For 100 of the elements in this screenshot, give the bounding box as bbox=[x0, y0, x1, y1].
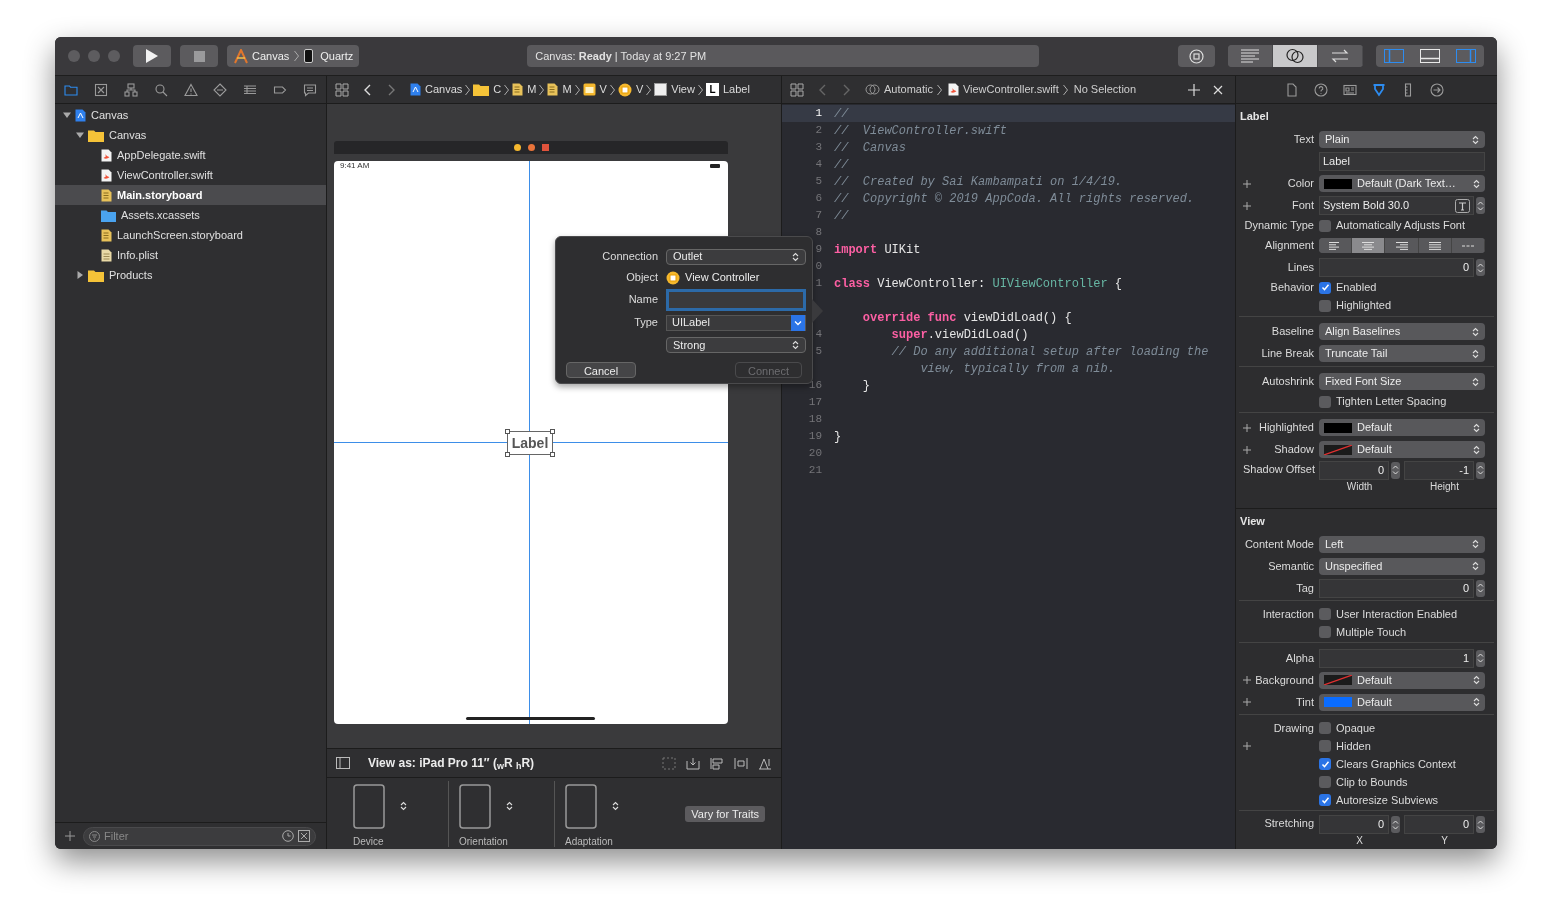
speech-bubble-tab-icon[interactable] bbox=[303, 82, 317, 97]
number-field[interactable]: 0 bbox=[1319, 578, 1474, 598]
device-outline-icon[interactable] bbox=[459, 783, 491, 829]
file-tree-item[interactable]: Canvas bbox=[55, 105, 326, 125]
file-tree-item[interactable]: Products bbox=[55, 265, 326, 285]
scheme-selector[interactable]: Canvas Quartz bbox=[227, 45, 360, 67]
vary-for-traits-button[interactable]: Vary for Traits bbox=[685, 805, 765, 822]
jump-bar-item[interactable]: View bbox=[671, 81, 695, 98]
jump-bar-item[interactable]: Canvas bbox=[425, 81, 463, 98]
stack-icon[interactable] bbox=[710, 756, 724, 770]
library-button[interactable] bbox=[1178, 45, 1215, 67]
crossed-box-tab-icon[interactable] bbox=[93, 82, 108, 97]
view-as-label[interactable]: View as: iPad Pro 11″ ($_{w}$R $_{h}$R) bbox=[368, 754, 535, 772]
file-tree-item[interactable]: AppDelegate.swift bbox=[55, 145, 326, 165]
stepper[interactable] bbox=[1391, 816, 1400, 833]
checkbox[interactable] bbox=[1319, 219, 1331, 232]
list-tab-icon[interactable] bbox=[243, 82, 258, 97]
color-popup-button[interactable]: Default bbox=[1319, 671, 1485, 689]
file-tree-item[interactable]: Main.storyboard bbox=[55, 185, 326, 205]
file-tree-item[interactable]: Info.plist bbox=[55, 245, 326, 265]
id-card-tab-icon[interactable] bbox=[1343, 82, 1357, 97]
clock-icon[interactable] bbox=[282, 830, 294, 842]
alignment-segment[interactable] bbox=[1319, 238, 1353, 253]
type-combo-box[interactable]: UILabel bbox=[666, 314, 806, 331]
checkbox[interactable] bbox=[1319, 740, 1331, 752]
checkbox[interactable] bbox=[1319, 776, 1331, 788]
plus-icon[interactable] bbox=[1243, 201, 1251, 210]
storage-popup-button[interactable]: Strong bbox=[666, 337, 806, 353]
jump-bar-item[interactable]: ViewController.swift bbox=[962, 81, 1059, 98]
embed-icon[interactable] bbox=[686, 756, 700, 770]
diamond-tab-icon[interactable] bbox=[213, 82, 228, 97]
filter-field[interactable]: Filter bbox=[83, 826, 316, 846]
device-outline-icon[interactable] bbox=[565, 783, 597, 829]
font-field[interactable]: System Bold 30.0 bbox=[1319, 196, 1474, 215]
number-field[interactable]: -1 bbox=[1404, 460, 1474, 480]
jump-bar-item[interactable]: C bbox=[493, 81, 502, 98]
filter-input[interactable]: Filter bbox=[104, 827, 278, 845]
stop-button[interactable] bbox=[180, 45, 218, 67]
checkbox[interactable] bbox=[1319, 608, 1331, 620]
checkbox[interactable] bbox=[1319, 299, 1331, 312]
warning-tab-icon[interactable] bbox=[183, 82, 198, 97]
close-icon[interactable] bbox=[1213, 84, 1223, 95]
connection-popup-button[interactable]: Outlet bbox=[666, 248, 806, 265]
color-popup-button[interactable]: Default bbox=[1319, 419, 1485, 436]
device-outline-icon[interactable] bbox=[353, 783, 385, 829]
file-tree-item[interactable]: ViewController.swift bbox=[55, 165, 326, 185]
jump-bar-item[interactable]: Automatic bbox=[884, 81, 933, 98]
file-tree-item[interactable]: Canvas bbox=[55, 125, 326, 145]
plus-icon[interactable] bbox=[1243, 676, 1251, 684]
popup-button[interactable]: Fixed Font Size bbox=[1319, 373, 1485, 390]
stepper[interactable] bbox=[1476, 649, 1485, 667]
stepper[interactable] bbox=[1476, 816, 1485, 833]
jump-bar-item[interactable]: V bbox=[635, 81, 644, 98]
run-button[interactable] bbox=[133, 45, 171, 67]
font-picker-icon[interactable] bbox=[1455, 198, 1470, 213]
dropdown-chevron-icon[interactable] bbox=[791, 314, 805, 331]
folder-tab-icon[interactable] bbox=[64, 82, 78, 97]
checkbox[interactable] bbox=[1319, 626, 1331, 638]
number-field[interactable]: 0 bbox=[1404, 815, 1474, 834]
sidebar-toggle-icon[interactable] bbox=[336, 757, 350, 769]
file-tab-icon[interactable] bbox=[1285, 82, 1299, 97]
stepper[interactable] bbox=[1476, 579, 1485, 597]
color-popup-button[interactable]: Default bbox=[1319, 693, 1485, 711]
jump-bar-item[interactable]: M bbox=[562, 81, 572, 98]
color-popup-button[interactable]: Default (Dark Text… bbox=[1319, 175, 1485, 192]
attributes-tab-icon[interactable] bbox=[1372, 82, 1386, 97]
plus-icon[interactable] bbox=[1243, 742, 1251, 750]
stepper[interactable] bbox=[1476, 259, 1485, 276]
editor-mode-segment[interactable] bbox=[1273, 45, 1318, 67]
popup-button[interactable]: Align Baselines bbox=[1319, 323, 1485, 340]
grid-icon[interactable] bbox=[335, 82, 349, 97]
number-field[interactable]: 1 bbox=[1319, 648, 1474, 668]
plus-icon[interactable] bbox=[1243, 698, 1251, 706]
hierarchy-tab-icon[interactable] bbox=[123, 82, 138, 97]
jump-bar-item[interactable]: No Selection bbox=[1073, 81, 1137, 98]
checkbox[interactable] bbox=[1319, 722, 1331, 734]
search-tab-icon[interactable] bbox=[153, 82, 168, 97]
jump-bar-item[interactable]: V bbox=[599, 81, 607, 98]
number-field[interactable]: 0 bbox=[1319, 258, 1474, 277]
checkbox[interactable] bbox=[1319, 758, 1331, 770]
disclosure-triangle-icon[interactable] bbox=[63, 111, 71, 119]
checkbox[interactable] bbox=[1319, 395, 1331, 408]
plus-icon[interactable] bbox=[1243, 445, 1251, 454]
number-field[interactable]: 0 bbox=[1319, 460, 1389, 480]
alignment-segment[interactable] bbox=[1352, 238, 1386, 253]
name-field[interactable] bbox=[666, 288, 806, 311]
help-tab-icon[interactable] bbox=[1314, 82, 1328, 97]
color-popup-button[interactable]: Default bbox=[1319, 441, 1485, 458]
plus-icon[interactable] bbox=[1243, 179, 1251, 188]
text-field[interactable]: Label bbox=[1319, 152, 1485, 171]
file-tree-item[interactable]: LaunchScreen.storyboard bbox=[55, 225, 326, 245]
file-tree-item[interactable]: Assets.xcassets bbox=[55, 205, 326, 225]
checkbox[interactable] bbox=[1319, 281, 1331, 294]
stepper[interactable] bbox=[1476, 461, 1485, 479]
stepper[interactable] bbox=[1391, 461, 1400, 479]
popup-button[interactable]: Unspecified bbox=[1319, 557, 1485, 575]
checkbox[interactable] bbox=[1319, 794, 1331, 806]
popup-button[interactable]: Left bbox=[1319, 535, 1485, 553]
resolve-icon[interactable] bbox=[758, 756, 772, 770]
jump-bar-item[interactable]: M bbox=[527, 81, 537, 98]
